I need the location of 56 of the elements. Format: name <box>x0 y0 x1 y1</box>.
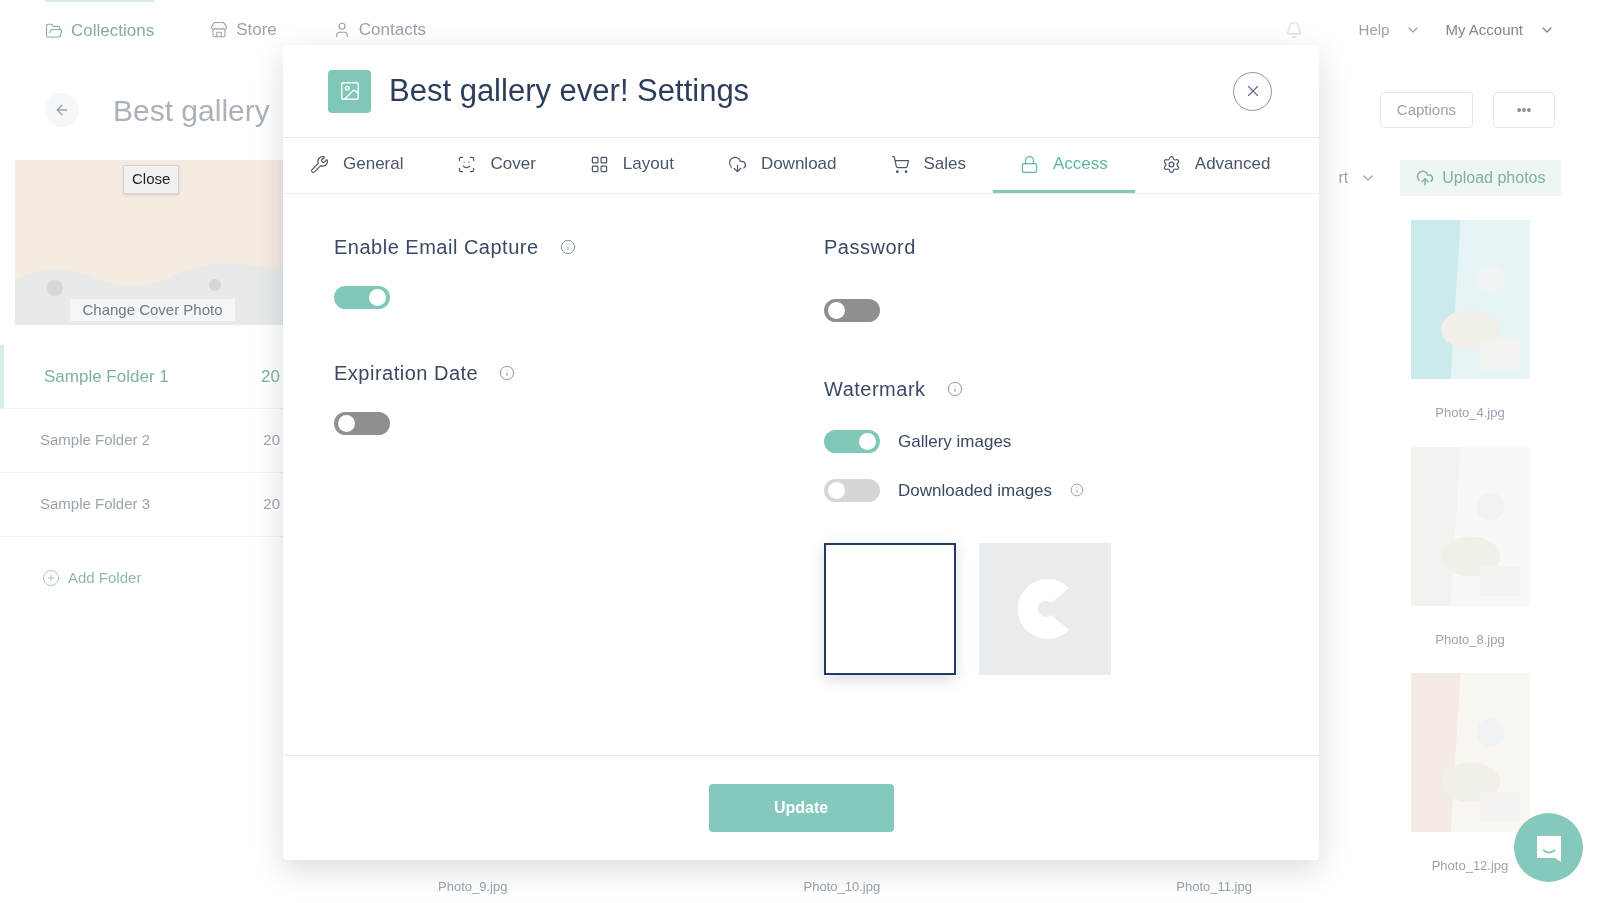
photo-name: Photo_11.jpg <box>1176 878 1252 896</box>
photo-name: Photo_10.jpg <box>803 878 881 896</box>
add-folder-button[interactable]: Add Folder <box>0 567 290 590</box>
plus-icon <box>42 569 60 588</box>
settings-tab[interactable]: Sales <box>863 138 994 193</box>
gallery-title: Best gallery <box>113 92 270 129</box>
gallery-icon <box>328 69 371 113</box>
settings-tab[interactable]: Download <box>700 138 864 193</box>
photo-name: Photo_9.jpg <box>438 878 508 896</box>
settings-tab[interactable]: General <box>310 138 431 193</box>
photo-name: Photo_12.jpg <box>1431 857 1509 875</box>
more-button[interactable]: ••• <box>1493 92 1555 128</box>
tooltip: Close <box>123 165 180 194</box>
info-icon[interactable] <box>499 365 516 381</box>
toggle-switch[interactable] <box>334 412 390 435</box>
tab-icon <box>589 154 609 174</box>
toggle-switch[interactable] <box>824 299 880 322</box>
help-menu[interactable]: Help <box>1358 18 1422 42</box>
upload-button[interactable]: Upload photos <box>1400 160 1562 196</box>
change-cover-link[interactable]: Change Cover Photo <box>70 298 235 321</box>
watermark-option[interactable] <box>824 543 956 675</box>
update-button[interactable]: Update <box>708 784 894 832</box>
photo-name: Photo_4.jpg <box>1435 404 1505 422</box>
toggle-switch[interactable] <box>334 286 390 309</box>
nav-link[interactable]: Store <box>210 0 277 60</box>
info-icon[interactable] <box>946 381 963 397</box>
sort-menu[interactable]: rt <box>1338 166 1377 190</box>
settings-tab[interactable]: Advanced <box>1134 138 1298 193</box>
nav-link[interactable]: Collections <box>45 0 155 60</box>
section-title: Watermark <box>824 377 926 402</box>
tab-icon <box>890 154 910 174</box>
settings-tab[interactable]: Access <box>993 138 1135 193</box>
toggle-switch[interactable] <box>824 430 880 454</box>
toggle-label: Downloaded images <box>898 479 1053 502</box>
tab-icon <box>727 154 747 174</box>
settings-tab[interactable]: Layout <box>562 138 701 193</box>
upload-icon <box>1416 169 1435 187</box>
nav-link[interactable]: Contacts <box>332 0 426 60</box>
tab-icon <box>1020 154 1040 174</box>
dialog-title: Best gallery ever! Settings <box>389 71 750 110</box>
bell-icon[interactable] <box>1284 21 1303 39</box>
tab-icon <box>310 154 329 174</box>
photo-name: Photo_8.jpg <box>1435 630 1505 649</box>
nav-icon <box>210 21 229 39</box>
toggle-label: Gallery images <box>898 431 1012 453</box>
nav-icon <box>45 22 63 40</box>
section-title: Enable Email Capture <box>334 235 539 260</box>
tab-icon <box>1161 154 1181 174</box>
info-icon[interactable] <box>559 239 576 255</box>
section-title: Password <box>824 235 917 260</box>
account-menu[interactable]: My Account <box>1445 18 1555 42</box>
tab-icon <box>457 154 477 174</box>
captions-button[interactable]: Captions <box>1379 92 1473 128</box>
section-title: Expiration Date <box>334 361 479 386</box>
settings-tab[interactable]: Cover <box>430 138 563 193</box>
back-button[interactable] <box>45 93 79 127</box>
